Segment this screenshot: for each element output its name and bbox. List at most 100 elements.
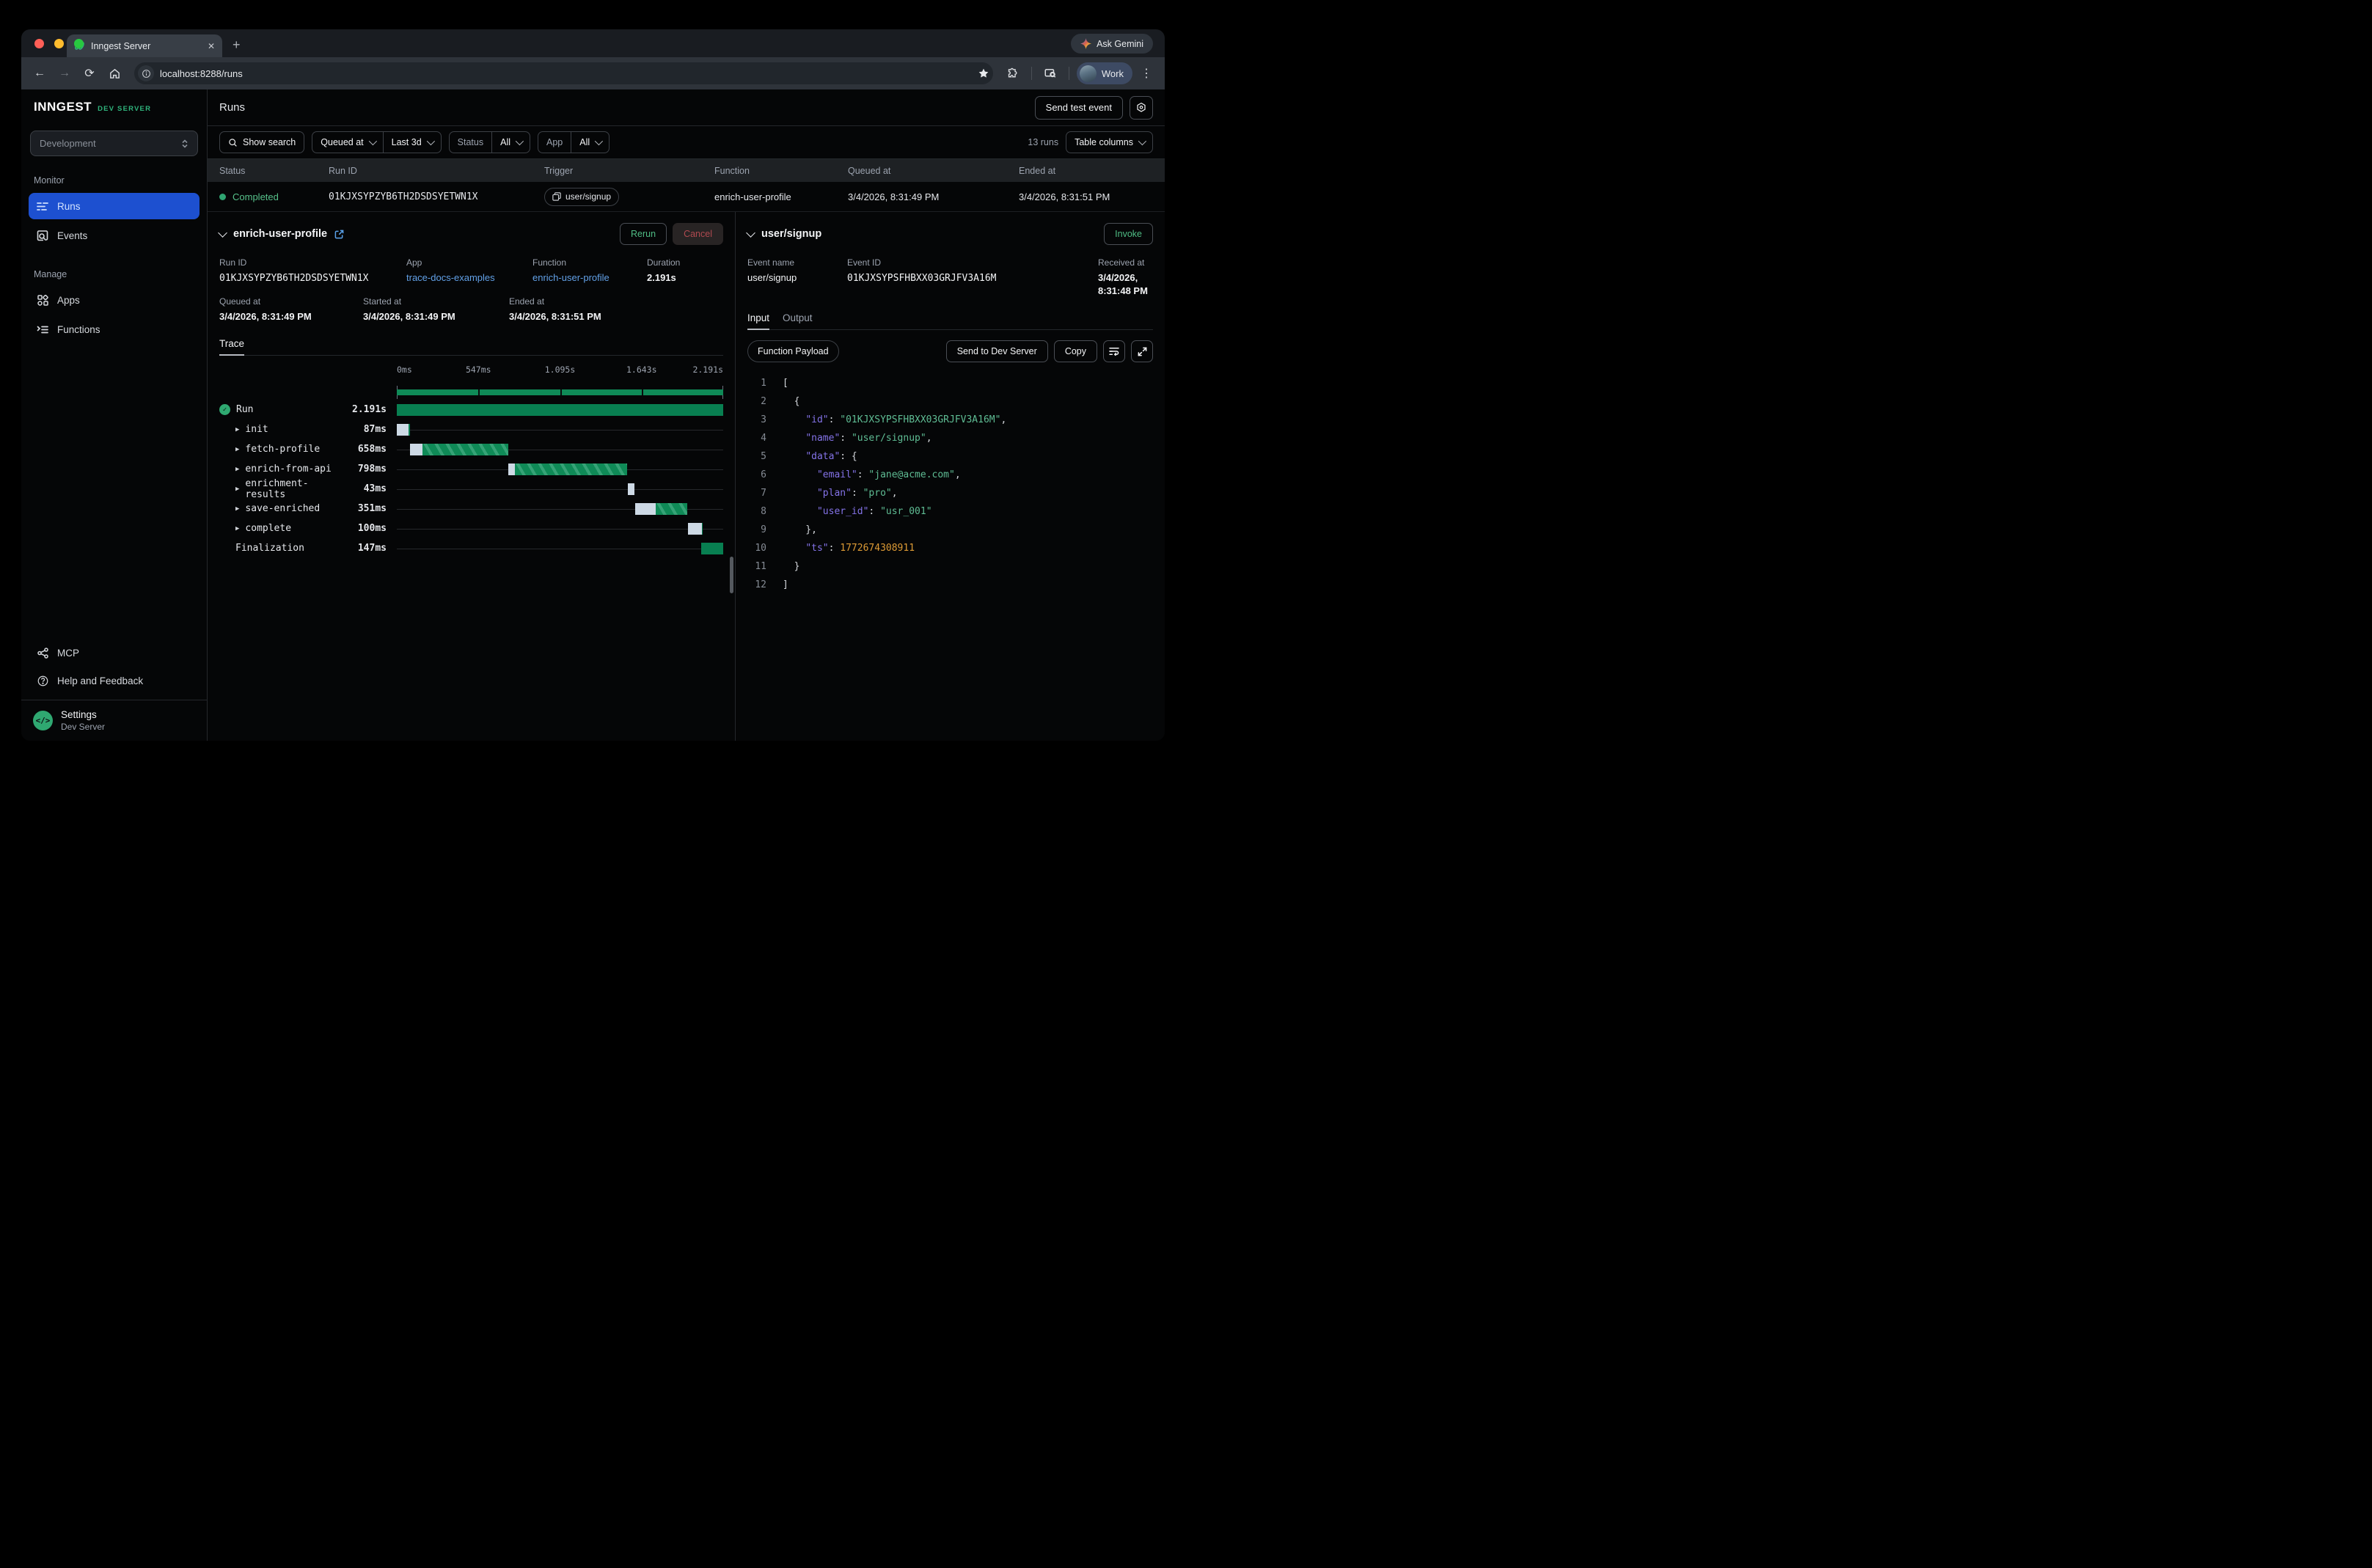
trace-row[interactable]: ▶init87ms — [219, 420, 723, 439]
app-link[interactable]: trace-docs-examples — [406, 272, 495, 283]
event-id-value[interactable]: 01KJXSYPSFHBXX03GRJFV3A16M — [847, 273, 997, 284]
sidebar-item-help[interactable]: Help and Feedback — [29, 667, 200, 694]
expand-caret-icon[interactable]: ▶ — [235, 525, 239, 532]
home-button[interactable] — [103, 62, 125, 84]
scrollbar-thumb[interactable] — [730, 557, 733, 593]
minimize-window-button[interactable] — [54, 39, 64, 48]
column-header[interactable]: Queued at — [848, 166, 1019, 176]
trace-row[interactable]: ▶enrich-from-api798ms — [219, 459, 723, 479]
sidebar-item-mcp[interactable]: MCP — [29, 640, 200, 666]
site-info-icon[interactable] — [138, 65, 154, 81]
tab-trace[interactable]: Trace — [219, 338, 244, 355]
trace-row[interactable]: ▶fetch-profile658ms — [219, 439, 723, 459]
run-segment[interactable] — [656, 503, 687, 515]
trace-row[interactable]: ✓Run2.191s — [219, 400, 723, 420]
trace-row[interactable]: ▶enrichment-results43ms — [219, 479, 723, 499]
expand-caret-icon[interactable]: ▶ — [235, 426, 239, 433]
expand-button[interactable] — [1131, 340, 1153, 362]
payload-code-editor[interactable]: 1[2 {3 "id": "01KJXSYPSFHBXX03GRJFV3A16M… — [747, 374, 1153, 594]
queued-segment[interactable] — [410, 444, 422, 455]
table-row[interactable]: Completed 01KJXSYPZYB6TH2DSDSYETWN1X use… — [208, 182, 1165, 212]
ask-gemini-button[interactable]: Ask Gemini — [1071, 34, 1153, 54]
app-filter[interactable]: App All — [538, 131, 610, 153]
new-tab-button[interactable]: + — [233, 37, 241, 53]
code-line: 8 "user_id": "usr_001" — [747, 502, 1153, 521]
copy-button[interactable]: Copy — [1054, 340, 1097, 362]
cancel-button[interactable]: Cancel — [673, 223, 723, 245]
window-controls[interactable] — [34, 39, 84, 48]
sidebar-item-apps[interactable]: Apps — [29, 287, 200, 313]
column-header[interactable]: Run ID — [329, 166, 544, 176]
url-text[interactable]: localhost:8288/runs — [160, 68, 972, 79]
back-button[interactable]: ← — [29, 62, 51, 84]
tab-close-icon[interactable]: ✕ — [208, 41, 215, 51]
tab-search-icon[interactable] — [1039, 62, 1061, 84]
status-filter[interactable]: Status All — [449, 131, 530, 153]
queued-segment[interactable] — [628, 483, 634, 495]
run-segment[interactable] — [701, 543, 723, 554]
status-filter-value[interactable]: All — [491, 132, 530, 153]
invoke-button[interactable]: Invoke — [1104, 223, 1153, 245]
run-segment[interactable] — [515, 464, 627, 475]
function-link[interactable]: enrich-user-profile — [532, 272, 610, 283]
settings-gear-button[interactable] — [1130, 96, 1153, 120]
run-segment[interactable] — [702, 523, 703, 535]
run-id-value[interactable]: 01KJXSYPZYB6TH2DSDSYETWN1X — [219, 273, 369, 284]
run-segment[interactable] — [422, 444, 508, 455]
maximize-window-button[interactable] — [74, 39, 84, 48]
axis-tick-label: 547ms — [466, 364, 491, 375]
close-window-button[interactable] — [34, 39, 44, 48]
browser-tab[interactable]: Inngest Server ✕ — [67, 34, 222, 57]
queued-segment[interactable] — [508, 464, 515, 475]
column-header[interactable]: Status — [219, 166, 329, 176]
external-link-icon[interactable] — [334, 230, 344, 239]
app-filter-value[interactable]: All — [571, 132, 609, 153]
run-segment[interactable] — [397, 404, 723, 416]
tab-input[interactable]: Input — [747, 312, 769, 329]
bookmark-star-icon[interactable] — [978, 67, 989, 79]
trace-row[interactable]: Finalization147ms — [219, 538, 723, 558]
time-range-dropdown[interactable]: Last 3d — [383, 132, 441, 153]
rerun-button[interactable]: Rerun — [620, 223, 667, 245]
function-payload-pill[interactable]: Function Payload — [747, 340, 839, 362]
url-bar[interactable]: localhost:8288/runs — [134, 62, 993, 84]
forward-button[interactable]: → — [54, 62, 76, 84]
send-to-dev-server-button[interactable]: Send to Dev Server — [946, 340, 1048, 362]
reload-button[interactable]: ⟳ — [78, 62, 100, 84]
function-cell[interactable]: enrich-user-profile — [714, 191, 848, 202]
run-id-cell[interactable]: 01KJXSYPZYB6TH2DSDSYETWN1X — [329, 191, 544, 202]
browser-menu-icon[interactable]: ⋮ — [1135, 62, 1157, 84]
queued-segment[interactable] — [688, 523, 702, 535]
profile-button[interactable]: Work — [1077, 62, 1132, 84]
sidebar-item-functions[interactable]: Functions — [29, 316, 200, 342]
collapse-chevron-icon[interactable] — [218, 228, 227, 238]
queued-segment[interactable] — [397, 424, 409, 436]
trace-row[interactable]: ▶save-enriched351ms — [219, 499, 723, 519]
step-duration: 43ms — [344, 483, 397, 494]
word-wrap-button[interactable] — [1103, 340, 1125, 362]
time-filter[interactable]: Queued at Last 3d — [312, 131, 441, 153]
expand-caret-icon[interactable]: ▶ — [235, 505, 239, 513]
trigger-pill[interactable]: user/signup — [544, 188, 619, 206]
sidebar-item-events[interactable]: Events — [29, 222, 200, 249]
collapse-chevron-icon[interactable] — [746, 228, 755, 238]
column-header[interactable]: Function — [714, 166, 848, 176]
expand-caret-icon[interactable]: ▶ — [235, 486, 239, 493]
environment-select[interactable]: Development — [30, 131, 198, 156]
queued-at-dropdown[interactable]: Queued at — [312, 132, 382, 153]
show-search-button[interactable]: Show search — [219, 131, 304, 153]
column-header[interactable]: Trigger — [544, 166, 714, 176]
table-columns-button[interactable]: Table columns — [1066, 131, 1153, 153]
trace-row[interactable]: ▶complete100ms — [219, 519, 723, 538]
expand-caret-icon[interactable]: ▶ — [235, 466, 239, 473]
send-test-event-button[interactable]: Send test event — [1035, 96, 1123, 120]
sidebar-item-settings[interactable]: </> Settings Dev Server — [21, 700, 207, 741]
trace-minimap[interactable] — [397, 385, 723, 400]
started-at-field: Started at3/4/2026, 8:31:49 PM — [363, 296, 509, 323]
expand-caret-icon[interactable]: ▶ — [235, 446, 239, 453]
column-header[interactable]: Ended at — [1019, 166, 1153, 176]
sidebar-item-runs[interactable]: Runs — [29, 193, 200, 219]
extensions-icon[interactable] — [1002, 62, 1024, 84]
tab-output[interactable]: Output — [783, 312, 813, 329]
queued-segment[interactable] — [635, 503, 656, 515]
